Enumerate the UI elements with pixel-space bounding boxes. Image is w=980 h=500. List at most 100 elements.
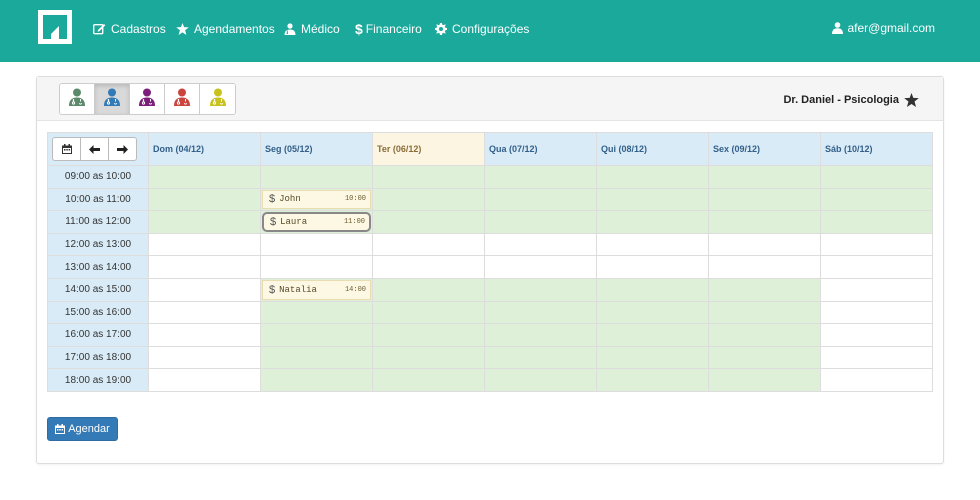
time-slot-available[interactable]: [596, 165, 709, 189]
time-slot-available[interactable]: [372, 210, 485, 234]
time-slot-available[interactable]: [372, 323, 485, 347]
nav-financeiro[interactable]: $ Financeiro: [355, 20, 422, 38]
doctor-button-1[interactable]: [60, 84, 95, 114]
time-slot-available[interactable]: [484, 300, 597, 325]
time-slot[interactable]: [820, 300, 933, 325]
nav-configuracoes[interactable]: Configurações: [435, 20, 529, 38]
time-slot[interactable]: [148, 277, 261, 302]
time-slot-available[interactable]: [820, 165, 933, 189]
time-slot-available[interactable]: [708, 187, 821, 212]
appointment-card[interactable]: $ John 10:00: [262, 189, 371, 210]
time-slot-available[interactable]: [484, 187, 597, 212]
time-row: 17:00 as 18:00: [47, 345, 933, 370]
dollar-icon: $: [269, 193, 276, 206]
nav-agendamentos[interactable]: Agendamentos: [176, 20, 275, 38]
doctor-button-5[interactable]: [200, 84, 235, 114]
time-slot-available[interactable]: [372, 165, 485, 189]
time-slot[interactable]: [820, 232, 933, 257]
time-slot-available[interactable]: [708, 165, 821, 189]
doctor-icon: [173, 88, 191, 111]
appointment-card-selected[interactable]: $ Laura 11:00: [262, 212, 371, 232]
favorite-star-icon[interactable]: [904, 93, 919, 107]
time-slot-available[interactable]: [484, 368, 597, 392]
doctor-icon: [284, 23, 296, 35]
time-slot-available[interactable]: [708, 323, 821, 347]
time-slot-available[interactable]: [260, 300, 373, 325]
time-slot-available[interactable]: [148, 210, 261, 234]
time-slot[interactable]: [260, 232, 373, 257]
time-slot[interactable]: [820, 277, 933, 302]
time-slot-available[interactable]: [596, 300, 709, 325]
doctor-name: Dr. Daniel - Psicologia: [783, 91, 919, 109]
doctor-button-2[interactable]: [95, 84, 130, 114]
time-slot-available[interactable]: [708, 345, 821, 370]
time-slot[interactable]: [596, 255, 709, 279]
time-slot[interactable]: [148, 300, 261, 325]
time-slot[interactable]: [484, 232, 597, 257]
time-slot-available[interactable]: [372, 187, 485, 212]
time-slot-available[interactable]: [596, 277, 709, 302]
nav-cadastros-label: Cadastros: [111, 22, 166, 36]
calendar-header-row: Dom (04/12) Seg (05/12) Ter (06/12) Qua …: [47, 132, 933, 166]
time-slot-available[interactable]: [820, 210, 933, 234]
time-slot-available[interactable]: [372, 345, 485, 370]
time-slot[interactable]: [820, 345, 933, 370]
doctor-button-3[interactable]: [130, 84, 165, 114]
nav-cadastros[interactable]: Cadastros: [93, 20, 166, 38]
time-slot[interactable]: [820, 255, 933, 279]
time-slot-available[interactable]: [596, 210, 709, 234]
time-slot-available[interactable]: [260, 368, 373, 392]
appointment-card[interactable]: $ Natalia 14:00: [262, 279, 371, 300]
time-slot-available[interactable]: [708, 277, 821, 302]
nav-medico[interactable]: Médico: [284, 20, 340, 38]
arrow-right-icon[interactable]: [109, 138, 136, 160]
time-slot-available[interactable]: [596, 345, 709, 370]
time-slot-available[interactable]: [484, 277, 597, 302]
time-slot-available[interactable]: [260, 165, 373, 189]
agendar-button[interactable]: Agendar: [47, 417, 118, 441]
time-slot-available[interactable]: [148, 165, 261, 189]
day-header: Sex (09/12): [708, 132, 821, 166]
time-slot-available[interactable]: [820, 187, 933, 212]
time-slot[interactable]: [148, 345, 261, 370]
time-row: 09:00 as 10:00: [47, 165, 933, 189]
time-slot-available[interactable]: [372, 368, 485, 392]
time-slot-available[interactable]: [148, 187, 261, 212]
schedule-panel: Dr. Daniel - Psicologia Dom (04/12) Seg …: [36, 76, 944, 464]
time-slot-available[interactable]: [484, 165, 597, 189]
calendar-icon[interactable]: [53, 138, 81, 160]
app-logo[interactable]: [38, 10, 72, 44]
time-slot[interactable]: [260, 255, 373, 279]
time-slot[interactable]: [372, 255, 485, 279]
time-slot[interactable]: [148, 232, 261, 257]
time-label: 14:00 as 15:00: [47, 277, 149, 302]
time-slot-available[interactable]: [484, 210, 597, 234]
time-slot[interactable]: [148, 368, 261, 392]
time-slot-available[interactable]: [708, 210, 821, 234]
time-slot-available[interactable]: [260, 323, 373, 347]
time-slot[interactable]: [820, 323, 933, 347]
time-slot-available[interactable]: [708, 300, 821, 325]
doctor-icon: [138, 88, 156, 111]
time-slot[interactable]: [148, 255, 261, 279]
time-slot-available[interactable]: [372, 300, 485, 325]
time-slot-available[interactable]: [484, 345, 597, 370]
user-menu[interactable]: afer@gmail.com: [832, 20, 935, 36]
arrow-left-icon[interactable]: [81, 138, 109, 160]
time-slot-available[interactable]: [260, 345, 373, 370]
time-slot-available[interactable]: [372, 277, 485, 302]
time-slot[interactable]: [708, 255, 821, 279]
time-slot-available[interactable]: [596, 323, 709, 347]
time-slot[interactable]: [484, 255, 597, 279]
time-slot-available[interactable]: [596, 187, 709, 212]
time-slot-available[interactable]: [708, 368, 821, 392]
time-slot[interactable]: [708, 232, 821, 257]
time-slot-available[interactable]: [484, 323, 597, 347]
time-slot[interactable]: [820, 368, 933, 392]
doctor-button-4[interactable]: [165, 84, 200, 114]
time-slot[interactable]: [148, 323, 261, 347]
time-label: 17:00 as 18:00: [47, 345, 149, 370]
time-slot[interactable]: [596, 232, 709, 257]
time-slot-available[interactable]: [596, 368, 709, 392]
time-slot[interactable]: [372, 232, 485, 257]
